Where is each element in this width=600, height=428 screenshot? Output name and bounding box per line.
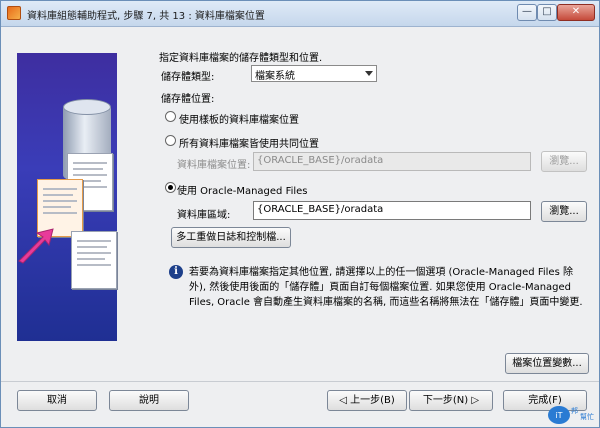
- template-location-radio[interactable]: [165, 111, 176, 122]
- storage-type-select[interactable]: 檔案系統: [251, 65, 377, 82]
- next-arrow-icon: ▷: [468, 395, 480, 406]
- info-icon: i: [169, 265, 183, 279]
- oracle-app-icon: [7, 6, 21, 20]
- common-location-label: 所有資料庫檔案皆使用共同位置: [179, 139, 319, 150]
- browse-common-location-button: 瀏覽...: [541, 151, 587, 172]
- wizard-illustration: [17, 53, 117, 341]
- cancel-button[interactable]: 取消: [17, 390, 97, 411]
- storage-type-value: 檔案系統: [255, 71, 295, 82]
- multiplex-redo-logs-button[interactable]: 多工重做日誌和控制檔...: [171, 227, 291, 248]
- next-button[interactable]: 下一步(N) ▷: [409, 390, 493, 411]
- document-icon: [71, 231, 117, 289]
- common-location-radio[interactable]: [165, 135, 176, 146]
- database-area-input[interactable]: {ORACLE_BASE}/oradata: [253, 201, 531, 220]
- database-area-label: 資料庫區域:: [177, 210, 231, 221]
- browse-database-area-button[interactable]: 瀏覽...: [541, 201, 587, 222]
- file-location-variables-button[interactable]: 檔案位置變數...: [505, 353, 589, 374]
- dbca-window: 資料庫組態輔助程式, 步驟 7, 共 13 : 資料庫檔案位置 — □ ✕ 指定…: [0, 0, 600, 428]
- page-heading: 指定資料庫檔案的儲存體類型和位置.: [159, 53, 323, 64]
- storage-location-label: 儲存體位置:: [161, 94, 215, 105]
- svg-text:幫忙: 幫忙: [580, 412, 594, 421]
- info-message: 若要為資料庫檔案指定其他位置, 請選擇以上的任一個選項 (Oracle-Mana…: [189, 267, 583, 308]
- close-button[interactable]: ✕: [557, 4, 595, 21]
- back-button[interactable]: ◁ 上一步(B): [327, 390, 407, 411]
- wizard-footer: 取消 說明 ◁ 上一步(B) 下一步(N) ▷ 完成(F): [1, 381, 599, 427]
- window-title: 資料庫組態輔助程式, 步驟 7, 共 13 : 資料庫檔案位置: [27, 11, 265, 22]
- ithome-watermark-logo: iT 邦 幫忙: [548, 406, 594, 424]
- common-file-location-label: 資料庫檔案位置:: [177, 160, 251, 171]
- storage-type-label: 儲存體類型:: [161, 72, 215, 83]
- maximize-button[interactable]: □: [537, 4, 557, 21]
- svg-text:iT: iT: [555, 411, 562, 420]
- template-location-label: 使用樣板的資料庫檔案位置: [179, 115, 299, 126]
- chevron-down-icon: [365, 71, 373, 76]
- back-arrow-icon: ◁: [339, 395, 351, 406]
- common-file-location-input: {ORACLE_BASE}/oradata: [253, 152, 531, 171]
- title-bar: 資料庫組態輔助程式, 步驟 7, 共 13 : 資料庫檔案位置 — □ ✕: [1, 1, 599, 27]
- omf-label: 使用 Oracle-Managed Files: [177, 186, 308, 197]
- minimize-button[interactable]: —: [517, 4, 537, 21]
- pink-arrow-icon: [18, 228, 54, 264]
- svg-text:邦: 邦: [571, 406, 578, 415]
- help-button[interactable]: 說明: [109, 390, 189, 411]
- omf-radio[interactable]: [165, 182, 176, 193]
